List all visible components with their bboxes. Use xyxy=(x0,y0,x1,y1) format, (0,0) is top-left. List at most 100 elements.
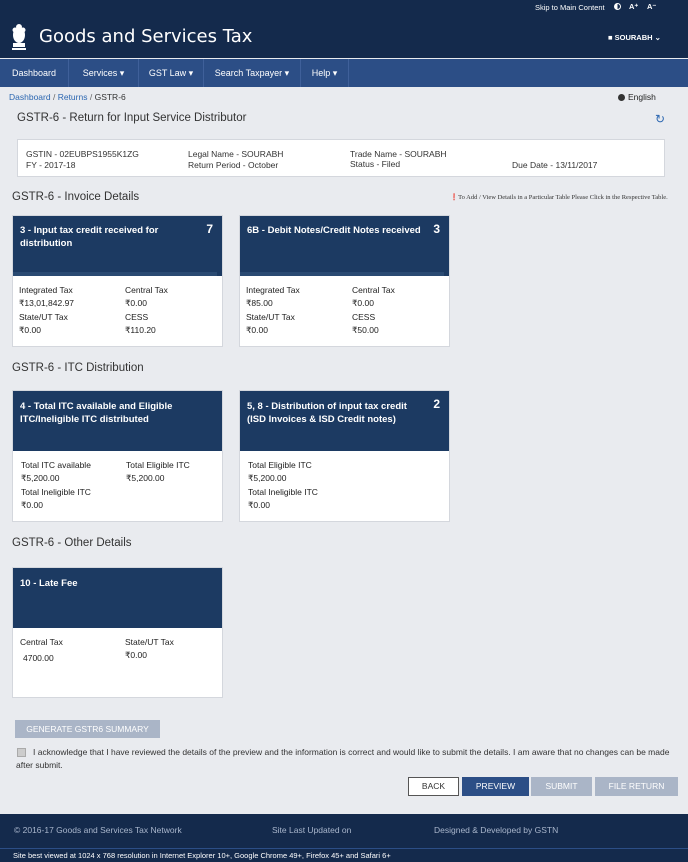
breadcrumb: Dashboard / Returns / GSTR-6 xyxy=(9,92,126,102)
label-cess: CESS xyxy=(125,312,149,322)
label-ineligible-itc: Total Ineligible ITC xyxy=(21,487,91,497)
section-other-details: GSTR-6 - Other Details xyxy=(12,537,132,549)
nav-services[interactable]: Services ▾ xyxy=(69,59,139,87)
card-header: 10 - Late Fee xyxy=(13,568,222,628)
main-nav: Dashboard Services ▾ GST Law ▾ Search Ta… xyxy=(0,59,688,87)
card-body: Integrated Tax ₹85.00 Central Tax ₹0.00 … xyxy=(240,276,449,346)
label-eligible-itc: Total Eligible ITC xyxy=(248,460,312,470)
info-note: ❗To Add / View Details in a Particular T… xyxy=(450,194,668,201)
card-body: Integrated Tax ₹13,01,842.97 Central Tax… xyxy=(13,276,222,346)
nav-help[interactable]: Help ▾ xyxy=(301,59,349,87)
value-eligible-itc: ₹5,200.00 xyxy=(248,473,287,483)
skip-to-main-link[interactable]: Skip to Main Content xyxy=(535,3,605,12)
value-integrated-tax: ₹13,01,842.97 xyxy=(19,298,75,308)
card-table-5-8[interactable]: 5, 8 - Distribution of input tax credit … xyxy=(239,390,450,522)
breadcrumb-current: GSTR-6 xyxy=(94,92,126,102)
section-invoice-details: GSTR-6 - Invoice Details xyxy=(12,191,140,203)
contrast-icon[interactable] xyxy=(614,3,621,10)
card-header: 4 - Total ITC available and Eligible ITC… xyxy=(13,391,222,451)
card-title: 10 - Late Fee xyxy=(20,578,78,589)
national-emblem-icon xyxy=(12,24,26,50)
file-return-button[interactable]: FILE RETURN xyxy=(595,777,678,796)
globe-icon xyxy=(618,94,625,101)
browser-note: Site best viewed at 1024 x 768 resolutio… xyxy=(0,848,688,862)
value-state-tax: ₹0.00 xyxy=(19,325,41,335)
gstin: GSTIN - 02EUBPS1955K1ZG xyxy=(26,149,139,159)
card-table-4[interactable]: 4 - Total ITC available and Eligible ITC… xyxy=(12,390,223,522)
label-central-tax: Central Tax xyxy=(125,285,168,295)
card-table-10[interactable]: 10 - Late Fee Central Tax 4700.00 State/… xyxy=(12,567,223,698)
language-selector[interactable]: English xyxy=(618,92,656,102)
legal-name: Legal Name - SOURABH xyxy=(188,149,284,159)
back-button[interactable]: BACK xyxy=(408,777,459,796)
value-integrated-tax: ₹85.00 xyxy=(246,298,273,308)
site-footer: © 2016-17 Goods and Services Tax Network… xyxy=(0,814,688,848)
value-central-tax: 4700.00 xyxy=(23,653,54,663)
label-cess: CESS xyxy=(352,312,376,322)
card-count: 7 xyxy=(206,222,213,236)
label-total-itc: Total ITC available xyxy=(21,460,91,470)
acknowledge-checkbox[interactable] xyxy=(17,748,26,757)
font-increase-button[interactable]: A⁺ xyxy=(629,2,638,11)
user-name: SOURABH xyxy=(614,33,653,42)
value-state-tax: ₹0.00 xyxy=(125,650,147,660)
card-header: 3 - Input tax credit received for distri… xyxy=(13,216,222,276)
copyright: © 2016-17 Goods and Services Tax Network xyxy=(14,825,182,835)
breadcrumb-dashboard[interactable]: Dashboard xyxy=(9,92,51,102)
return-period: Return Period - October xyxy=(188,160,279,170)
card-table-3[interactable]: 3 - Input tax credit received for distri… xyxy=(12,215,223,347)
acknowledge-text: I acknowledge that I have reviewed the d… xyxy=(16,747,670,770)
label-central-tax: Central Tax xyxy=(352,285,395,295)
last-updated: Site Last Updated on xyxy=(272,825,352,835)
value-ineligible-itc: ₹0.00 xyxy=(21,500,43,510)
refresh-icon[interactable]: ↻ xyxy=(655,112,665,126)
value-state-tax: ₹0.00 xyxy=(246,325,268,335)
info-icon: ❗ xyxy=(450,194,459,201)
label-ineligible-itc: Total Ineligible ITC xyxy=(248,487,318,497)
site-title: Goods and Services Tax xyxy=(39,26,253,47)
generate-summary-button[interactable]: GENERATE GSTR6 SUMMARY xyxy=(15,720,160,738)
submit-button[interactable]: SUBMIT xyxy=(531,777,592,796)
status: Status - Filed xyxy=(350,159,401,169)
card-count: 2 xyxy=(433,397,440,411)
value-ineligible-itc: ₹0.00 xyxy=(248,500,270,510)
label-state-tax: State/UT Tax xyxy=(19,312,68,322)
nav-dashboard[interactable]: Dashboard xyxy=(0,59,69,87)
acknowledgement: I acknowledge that I have reviewed the d… xyxy=(16,746,677,771)
value-central-tax: ₹0.00 xyxy=(352,298,374,308)
font-decrease-button[interactable]: A⁻ xyxy=(647,2,656,11)
card-title: 3 - Input tax credit received for distri… xyxy=(20,225,159,249)
financial-year: FY - 2017-18 xyxy=(26,160,76,170)
label-integrated-tax: Integrated Tax xyxy=(246,285,300,295)
card-body: Total ITC available ₹5,200.00 Total Elig… xyxy=(13,451,222,521)
card-title: 4 - Total ITC available and Eligible ITC… xyxy=(20,401,173,425)
value-cess: ₹50.00 xyxy=(352,325,379,335)
top-strip: Skip to Main Content A⁺ A⁻ xyxy=(0,0,688,16)
due-date: Due Date - 13/11/2017 xyxy=(512,160,598,170)
preview-button[interactable]: PREVIEW xyxy=(462,777,529,796)
page-title: GSTR-6 - Return for Input Service Distri… xyxy=(17,112,247,124)
language-label: English xyxy=(628,92,656,102)
trade-name: Trade Name - SOURABH xyxy=(350,149,447,159)
nav-search-taxpayer[interactable]: Search Taxpayer ▾ xyxy=(204,59,301,87)
card-title: 5, 8 - Distribution of input tax credit … xyxy=(247,401,407,425)
breadcrumb-returns[interactable]: Returns xyxy=(58,92,88,102)
designed-by: Designed & Developed by GSTN xyxy=(434,825,559,835)
card-header: 6B - Debit Notes/Credit Notes received 3 xyxy=(240,216,449,276)
card-count: 3 xyxy=(433,222,440,236)
value-eligible-itc: ₹5,200.00 xyxy=(126,473,165,483)
value-cess: ₹110.20 xyxy=(125,325,156,335)
label-state-tax: State/UT Tax xyxy=(125,637,174,647)
card-header: 5, 8 - Distribution of input tax credit … xyxy=(240,391,449,451)
nav-gst-law[interactable]: GST Law ▾ xyxy=(139,59,204,87)
card-title: 6B - Debit Notes/Credit Notes received xyxy=(247,225,421,236)
site-header: Goods and Services Tax ■ SOURABH ⌄ xyxy=(0,16,688,58)
card-body: Central Tax 4700.00 State/UT Tax ₹0.00 xyxy=(13,628,222,698)
card-body: Total Eligible ITC ₹5,200.00 Total Ineli… xyxy=(240,451,449,521)
user-menu[interactable]: ■ SOURABH ⌄ xyxy=(608,33,661,42)
value-central-tax: ₹0.00 xyxy=(125,298,147,308)
card-table-6b[interactable]: 6B - Debit Notes/Credit Notes received 3… xyxy=(239,215,450,347)
return-info-box: GSTIN - 02EUBPS1955K1ZG FY - 2017-18 Leg… xyxy=(17,139,665,177)
value-total-itc: ₹5,200.00 xyxy=(21,473,60,483)
label-eligible-itc: Total Eligible ITC xyxy=(126,460,190,470)
